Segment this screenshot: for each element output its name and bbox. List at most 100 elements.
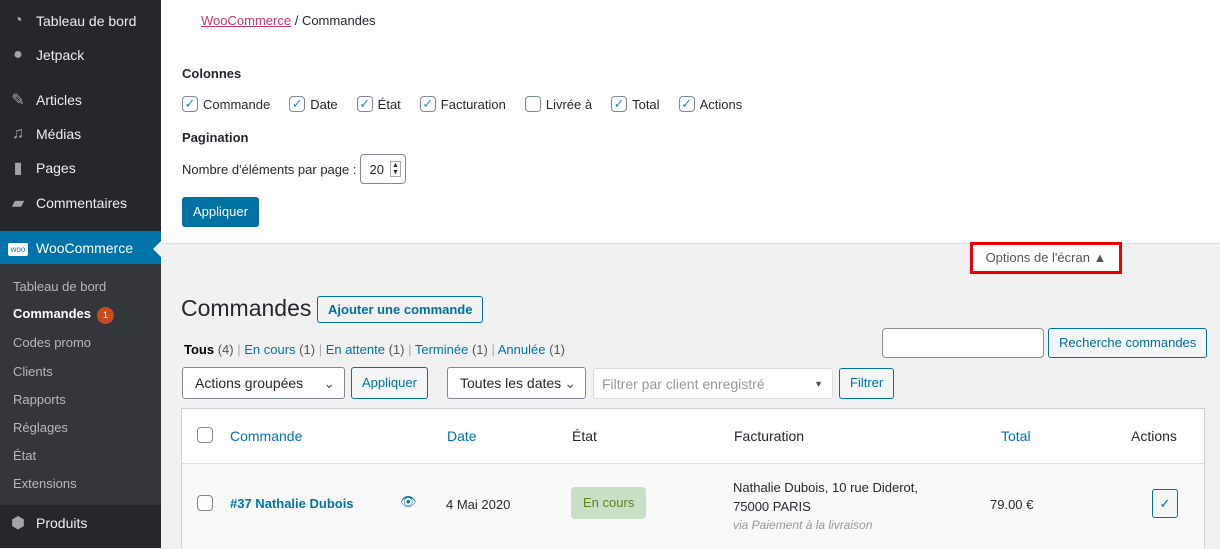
submenu-coupons[interactable]: Codes promo xyxy=(13,335,91,350)
dashboard-icon: ◔ xyxy=(13,12,23,29)
comment-icon: ▰ xyxy=(11,195,25,212)
apply-screen-options-button[interactable]: Appliquer xyxy=(182,197,259,227)
menu-label: Tableau de bord xyxy=(36,13,137,29)
submenu-label: Commandes xyxy=(13,306,92,321)
checkbox[interactable]: ✓ xyxy=(182,96,198,112)
date-filter-select[interactable]: Toutes les dates ⌄ xyxy=(447,367,586,399)
menu-label: Articles xyxy=(36,92,82,108)
column-date[interactable]: Date xyxy=(447,428,477,444)
checkbox-label: Facturation xyxy=(440,96,506,112)
search-input[interactable] xyxy=(882,328,1044,358)
per-page-input[interactable]: 20 ▲ ▼ xyxy=(360,154,406,184)
menu-label: Produits xyxy=(36,515,88,531)
column-toggle[interactable]: Livrée à xyxy=(524,96,592,112)
menu-jetpack[interactable]: ● Jetpack xyxy=(0,38,161,72)
checkbox[interactable]: ✓ xyxy=(289,96,306,112)
menu-pages[interactable]: ▮ Pages xyxy=(0,151,161,185)
column-toggle[interactable]: ✓ Actions xyxy=(678,96,742,112)
column-billing: Facturation xyxy=(734,428,805,444)
menu-label: Commentaires xyxy=(36,195,128,211)
chevron-down-icon: ⌄ xyxy=(564,375,576,391)
select-all-checkbox[interactable] xyxy=(197,427,213,443)
checkbox[interactable]: ✓ xyxy=(356,96,373,112)
column-toggle[interactable]: ✓ État xyxy=(356,96,401,112)
column-toggle[interactable]: ✓ Commande xyxy=(182,96,270,112)
media-icon: ♫ xyxy=(12,125,24,142)
column-status: État xyxy=(572,428,597,444)
checkbox-label: Total xyxy=(632,96,660,112)
menu-products[interactable]: ⬢ Produits xyxy=(0,506,161,540)
menu-comments[interactable]: ▰ Commentaires xyxy=(0,186,161,220)
checkbox[interactable] xyxy=(524,96,541,112)
menu-label: Pages xyxy=(36,160,76,176)
submenu-status[interactable]: État xyxy=(13,448,36,463)
woocommerce-submenu: Tableau de bord Commandes 1 Codes promo C… xyxy=(0,264,161,505)
screen-options-tab[interactable]: Options de l'écran ▲ xyxy=(970,242,1122,274)
submenu-extensions[interactable]: Extensions xyxy=(13,476,77,491)
search-orders-button[interactable]: Recherche commandes xyxy=(1048,328,1208,358)
orders-count-badge: 1 xyxy=(97,307,115,324)
filter-count: (1) xyxy=(549,342,565,357)
woo-icon: woo xyxy=(0,239,36,257)
filter-count: (1) xyxy=(299,342,316,357)
menu-medias[interactable]: ♫ Médias xyxy=(0,117,161,151)
jetpack-icon: ● xyxy=(13,46,23,63)
status-filter[interactable]: Tous xyxy=(184,342,214,357)
filter-button[interactable]: Filtrer xyxy=(839,368,895,399)
table-row[interactable]: #37 Nathalie Dubois 👁 4 Mai 2020 En cour… xyxy=(182,463,1204,549)
breadcrumb-current: Commandes xyxy=(301,13,376,28)
menu-dashboard[interactable]: ◔ Tableau de bord xyxy=(0,4,161,38)
row-checkbox[interactable] xyxy=(197,495,213,511)
page-title: Commandes xyxy=(181,295,312,321)
column-order[interactable]: Commande xyxy=(230,428,302,444)
preview-eye-icon[interactable]: 👁 xyxy=(400,494,417,510)
orders-table: Commande Date État Facturation Total Act… xyxy=(181,408,1205,549)
order-link[interactable]: #37 Nathalie Dubois xyxy=(230,496,354,511)
submenu-dashboard[interactable]: Tableau de bord xyxy=(13,279,106,294)
column-toggle[interactable]: ✓ Total xyxy=(611,96,660,112)
checkbox-label: Date xyxy=(310,96,338,112)
caret-down-icon: ▼ xyxy=(814,379,823,389)
columns-heading: Colonnes xyxy=(182,66,242,81)
bulk-actions-select[interactable]: Actions groupées ⌄ xyxy=(182,367,345,399)
customer-filter-select[interactable]: Filtrer par client enregistré ▼ xyxy=(593,368,833,399)
menu-label: Jetpack xyxy=(36,47,85,63)
checkbox-label: État xyxy=(377,96,401,112)
order-date: 4 Mai 2020 xyxy=(446,497,511,512)
checkbox[interactable]: ✓ xyxy=(678,96,695,112)
checkbox[interactable]: ✓ xyxy=(611,96,628,112)
complete-action-button[interactable]: ✓ xyxy=(1152,489,1178,518)
submenu-settings[interactable]: Réglages xyxy=(13,420,68,435)
status-filters: Tous (4) | En cours (1) | En attente (1)… xyxy=(184,342,565,357)
status-filter[interactable]: En attente xyxy=(326,342,385,357)
menu-label: WooCommerce xyxy=(36,240,133,256)
breadcrumb-sep: / xyxy=(294,13,299,28)
menu-articles[interactable]: ✎ Articles xyxy=(0,83,161,117)
status-filter[interactable]: Annulée xyxy=(498,342,546,357)
apply-bulk-button[interactable]: Appliquer xyxy=(351,367,428,399)
filter-count: (4) xyxy=(217,342,234,357)
column-toggle[interactable]: ✓ Facturation xyxy=(419,96,506,112)
checkbox[interactable]: ✓ xyxy=(419,96,436,112)
status-badge: En cours xyxy=(571,487,647,519)
column-toggle[interactable]: ✓ Date xyxy=(289,96,338,112)
checkbox-label: Commande xyxy=(203,96,271,112)
admin-sidebar: ◔ Tableau de bord ● Jetpack ✎ Articles ♫ Méd… xyxy=(0,0,161,548)
add-order-button[interactable]: Ajouter une commande xyxy=(317,296,484,323)
spinner-icon[interactable]: ▲ ▼ xyxy=(389,161,401,177)
breadcrumb-root[interactable]: WooCommerce xyxy=(201,13,291,28)
submenu-reports[interactable]: Rapports xyxy=(13,392,66,407)
breadcrumb: WooCommerce / Commandes xyxy=(201,13,376,28)
status-filter[interactable]: En cours xyxy=(244,342,295,357)
column-total[interactable]: Total xyxy=(1001,428,1031,444)
status-filter[interactable]: Terminée xyxy=(415,342,468,357)
chevron-down-icon: ⌄ xyxy=(323,375,335,391)
per-page-label: Nombre d'éléments par page : xyxy=(182,161,357,177)
menu-woocommerce[interactable]: woo WooCommerce xyxy=(0,231,161,265)
column-actions: Actions xyxy=(1131,428,1177,444)
columns-checkboxes: ✓ Commande ✓ Date ✓ État ✓ Facturation Livrée à ✓… xyxy=(182,96,761,112)
submenu-clients[interactable]: Clients xyxy=(13,364,53,379)
submenu-orders[interactable]: Commandes 1 xyxy=(13,306,115,324)
order-total: 79.00 € xyxy=(990,497,1034,512)
pagination-heading: Pagination xyxy=(182,130,249,145)
